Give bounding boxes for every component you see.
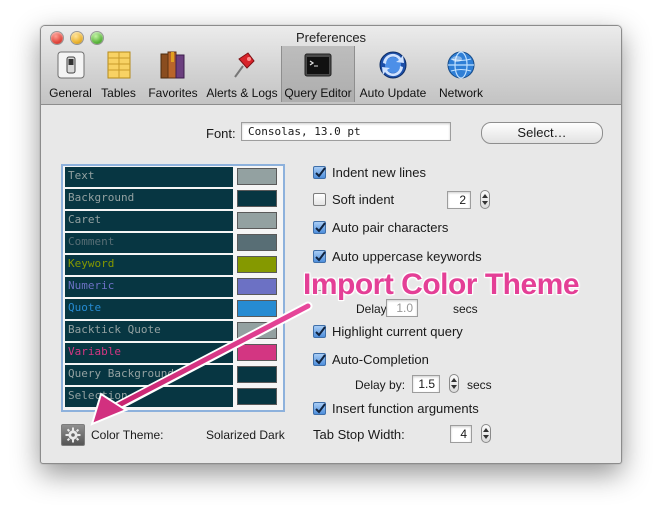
toolbar-label: Auto Update (359, 86, 427, 100)
auto-completion-delay-label: Delay by: (355, 378, 406, 392)
theme-row[interactable]: Backtick Quote (63, 320, 283, 342)
select-font-button[interactable]: Select… (481, 122, 603, 144)
theme-color-swatch[interactable] (237, 388, 277, 405)
theme-row-name: Caret (65, 211, 233, 231)
theme-row[interactable]: Comment (63, 232, 283, 254)
import-color-theme-annotation: Import Color Theme (303, 268, 580, 301)
sync-icon (379, 51, 407, 79)
toolbar-label: Tables (101, 86, 136, 100)
toolbar-item-query-editor[interactable]: Query Editor (281, 46, 355, 102)
checkmark-icon (315, 167, 326, 178)
tab-stop-label: Tab Stop Width: (313, 427, 405, 442)
theme-color-swatch[interactable] (237, 212, 277, 229)
checkmark-icon (315, 354, 326, 365)
color-theme-table[interactable]: Text Background Caret Comment Keyword Numeric… (61, 164, 285, 412)
soft-indent-stepper[interactable] (480, 190, 490, 209)
indent-new-lines-label: Indent new lines (332, 165, 426, 180)
auto-completion-checkbox[interactable] (313, 353, 326, 366)
theme-row[interactable]: Background (63, 188, 283, 210)
insert-function-args-label: Insert function arguments (332, 401, 479, 416)
preferences-window: Preferences General Tables Favorites Ale… (40, 25, 622, 464)
toolbar-item-alerts-logs[interactable]: Alerts & Logs (205, 46, 279, 102)
theme-row[interactable]: Selection (63, 386, 283, 408)
soft-indent-label: Soft indent (332, 192, 395, 207)
theme-color-swatch[interactable] (237, 278, 277, 295)
theme-row-name: Comment (65, 233, 233, 253)
font-field: Consolas, 13.0 pt (241, 122, 451, 141)
globe-icon (447, 51, 475, 79)
books-icon (160, 51, 185, 79)
theme-color-swatch[interactable] (237, 256, 277, 273)
checkmark-icon (315, 251, 326, 262)
theme-row[interactable]: Numeric (63, 276, 283, 298)
theme-row-name: Variable (65, 343, 233, 363)
theme-color-swatch[interactable] (237, 366, 277, 383)
toolbar-label: Favorites (148, 86, 198, 100)
auto-completion-label: Auto-Completion (332, 352, 429, 367)
toolbar-item-favorites[interactable]: Favorites (143, 46, 203, 102)
checkmark-icon (315, 222, 326, 233)
theme-row-name: Backtick Quote (65, 321, 233, 341)
toolbar-label: General (49, 86, 92, 100)
soft-indent-checkbox[interactable] (313, 193, 326, 206)
title-bar: Preferences General Tables Favorites Ale… (41, 26, 621, 105)
font-label: Font: (206, 126, 236, 141)
theme-options-button[interactable] (61, 424, 85, 446)
switch-icon (57, 51, 84, 79)
theme-row-name: Numeric (65, 277, 233, 297)
theme-row[interactable]: Variable (63, 342, 283, 364)
auto-completion-delay-unit: secs (467, 378, 492, 392)
pin-icon (234, 52, 255, 78)
theme-row[interactable]: Caret (63, 210, 283, 232)
theme-row[interactable]: Text (63, 166, 283, 188)
highlight-query-label: Highlight current query (332, 324, 463, 339)
checkmark-icon (315, 326, 326, 337)
insert-function-args-checkbox[interactable] (313, 402, 326, 415)
theme-row-name: Keyword (65, 255, 233, 275)
toolbar-item-network[interactable]: Network (431, 46, 491, 102)
theme-color-swatch[interactable] (237, 300, 277, 317)
color-theme-label: Color Theme: (91, 428, 164, 442)
window-title: Preferences (295, 30, 367, 45)
theme-row-name: Quote (65, 299, 233, 319)
theme-row[interactable]: Query Background (63, 364, 283, 386)
tab-stop-stepper[interactable] (481, 424, 491, 443)
auto-pair-label: Auto pair characters (332, 220, 449, 235)
theme-row-name: Query Background (65, 365, 233, 385)
theme-color-swatch[interactable] (237, 322, 277, 339)
checkmark-icon (315, 403, 326, 414)
toolbar-item-general[interactable]: General (47, 46, 94, 102)
theme-row-name: Text (65, 167, 233, 187)
terminal-icon (304, 53, 332, 77)
color-theme-value: Solarized Dark (206, 428, 285, 442)
toolbar-label: Alerts & Logs (206, 86, 278, 100)
theme-color-swatch[interactable] (237, 168, 277, 185)
theme-color-swatch[interactable] (237, 344, 277, 361)
theme-row[interactable]: Keyword (63, 254, 283, 276)
table-icon (107, 51, 130, 79)
auto-completion-delay-field[interactable]: 1.5 (412, 375, 440, 393)
soft-indent-field[interactable]: 2 (447, 191, 471, 209)
tab-stop-field[interactable]: 4 (450, 425, 472, 443)
auto-pair-checkbox[interactable] (313, 221, 326, 234)
highlight-query-checkbox[interactable] (313, 325, 326, 338)
auto-uppercase-checkbox[interactable] (313, 250, 326, 263)
obscured-delay-unit: secs (453, 302, 478, 316)
auto-uppercase-label: Auto uppercase keywords (332, 249, 482, 264)
toolbar-item-auto-update[interactable]: Auto Update (357, 46, 429, 102)
stepper-arrows-icon (483, 428, 489, 439)
theme-color-swatch[interactable] (237, 234, 277, 251)
auto-completion-delay-stepper[interactable] (449, 374, 459, 393)
theme-row-name: Selection (65, 387, 233, 407)
theme-row[interactable]: Quote (63, 298, 283, 320)
gear-icon (65, 427, 81, 443)
toolbar-label: Network (438, 86, 483, 100)
theme-color-swatch[interactable] (237, 190, 277, 207)
toolbar-item-tables[interactable]: Tables (96, 46, 141, 102)
stepper-arrows-icon (482, 194, 488, 205)
theme-row-name: Background (65, 189, 233, 209)
stepper-arrows-icon (451, 378, 457, 389)
toolbar-label: Query Editor (284, 86, 352, 100)
indent-new-lines-checkbox[interactable] (313, 166, 326, 179)
